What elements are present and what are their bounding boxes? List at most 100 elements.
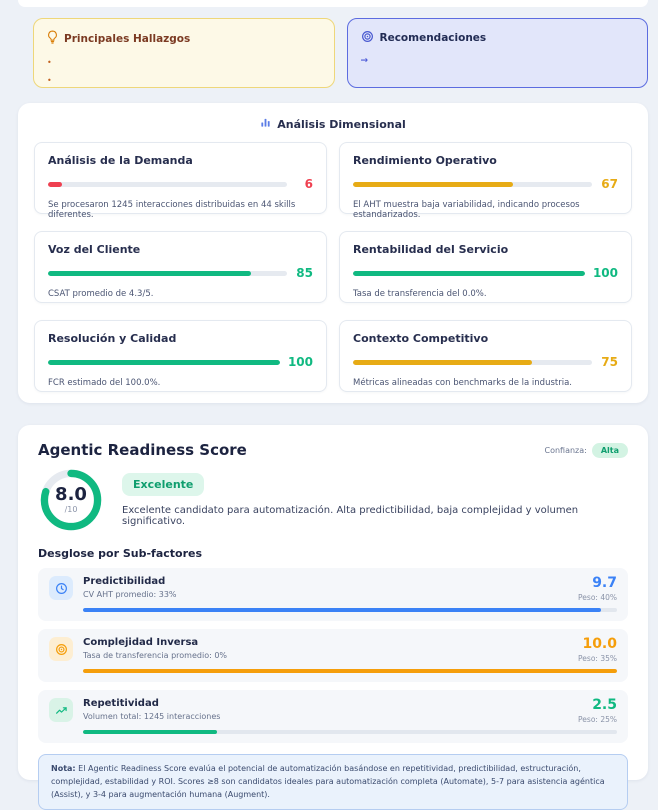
subfactor-top: Predictibilidad CV AHT promedio: 33% 9.7… xyxy=(49,576,617,602)
progress-track xyxy=(48,360,280,365)
progress-track xyxy=(83,730,617,734)
progress-track xyxy=(83,608,617,612)
subfactor-top: Repetitividad Volumen total: 1245 intera… xyxy=(49,698,617,724)
subfactor-weight: Peso: 40% xyxy=(578,593,617,602)
subfactor-text: Predictibilidad CV AHT promedio: 33% xyxy=(83,576,578,599)
note-label: Nota: xyxy=(51,764,76,773)
progress-track xyxy=(353,271,585,276)
list-item: • xyxy=(47,72,321,90)
dimension-score-row: 100 xyxy=(48,355,313,369)
dimension-card-rendimiento: Rendimiento Operativo 67 El AHT muestra … xyxy=(339,142,632,214)
bullet-dot: • xyxy=(47,72,52,90)
lightbulb-icon xyxy=(47,30,58,47)
progress-fill xyxy=(353,360,532,365)
dimension-title: Rentabilidad del Servicio xyxy=(353,243,618,256)
subfactor-value-wrap: 2.5 Peso: 25% xyxy=(578,698,617,724)
agentic-title: Agentic Readiness Score xyxy=(38,441,247,459)
subfactor-name: Repetitividad xyxy=(83,698,578,709)
subfactor-weight: Peso: 25% xyxy=(578,715,617,724)
trend-up-icon xyxy=(49,698,73,722)
confidence-wrap: Confianza: Alta xyxy=(544,443,628,458)
subfactor-text: Repetitividad Volumen total: 1245 intera… xyxy=(83,698,578,721)
dimension-description: Métricas alineadas con benchmarks de la … xyxy=(353,378,618,388)
progress-track xyxy=(353,360,592,365)
dimension-score-row: 6 xyxy=(48,177,313,191)
progress-fill xyxy=(83,730,217,734)
previous-panel-edge xyxy=(18,0,648,7)
subfactor-value: 10.0 xyxy=(578,637,617,651)
dimension-score: 85 xyxy=(295,266,313,280)
dimension-title: Contexto Competitivo xyxy=(353,332,618,345)
progress-track xyxy=(48,182,287,187)
dimension-card-resolucion: Resolución y Calidad 100 FCR estimado de… xyxy=(34,320,327,392)
summary-cards-row: Principales Hallazgos • • Recomendacione… xyxy=(33,18,648,88)
target-icon xyxy=(49,637,73,661)
note-box: Nota: El Agentic Readiness Score evalúa … xyxy=(38,754,628,810)
progress-fill xyxy=(48,271,251,276)
dimension-score: 100 xyxy=(288,355,313,369)
progress-fill xyxy=(48,182,62,187)
subfactor-value: 9.7 xyxy=(578,576,617,590)
findings-list: • • xyxy=(47,54,321,89)
findings-title: Principales Hallazgos xyxy=(64,33,190,45)
subfactor-detail: Volumen total: 1245 interacciones xyxy=(83,712,578,721)
target-icon xyxy=(361,30,374,46)
recommendations-title: Recomendaciones xyxy=(380,32,487,44)
progress-fill xyxy=(83,608,601,612)
dimension-card-voz-cliente: Voz del Cliente 85 CSAT promedio de 4.3/… xyxy=(34,231,327,303)
clock-icon xyxy=(49,576,73,600)
progress-fill xyxy=(83,669,617,673)
progress-fill xyxy=(353,271,585,276)
subfactor-row-predictibilidad: Predictibilidad CV AHT promedio: 33% 9.7… xyxy=(38,568,628,621)
dimension-score-row: 85 xyxy=(48,266,313,280)
dimension-description: Se procesaron 1245 interacciones distrib… xyxy=(48,200,313,220)
score-gauge-row: 8.0 /10 Excelente Excelente candidato pa… xyxy=(38,467,628,533)
dimensional-analysis-title: Análisis Dimensional xyxy=(277,118,406,131)
bullet-dot: • xyxy=(47,54,52,72)
list-item: • xyxy=(47,54,321,72)
subfactor-name: Complejidad Inversa xyxy=(83,637,578,648)
dimension-card-contexto: Contexto Competitivo 75 Métricas alinead… xyxy=(339,320,632,392)
dimension-score: 67 xyxy=(600,177,618,191)
dimension-description: CSAT promedio de 4.3/5. xyxy=(48,289,313,299)
progress-track xyxy=(83,669,617,673)
recommendation-arrow: → xyxy=(361,56,635,66)
subfactor-value-wrap: 9.7 Peso: 40% xyxy=(578,576,617,602)
dimension-score-row: 67 xyxy=(353,177,618,191)
subfactor-row-repetitividad: Repetitividad Volumen total: 1245 intera… xyxy=(38,690,628,743)
dimension-score: 75 xyxy=(600,355,618,369)
dimension-score: 100 xyxy=(593,266,618,280)
dimensional-cards-grid: Análisis de la Demanda 6 Se procesaron 1… xyxy=(34,142,632,392)
note-text: El Agentic Readiness Score evalúa el pot… xyxy=(51,764,605,799)
rating-badge: Excelente xyxy=(122,473,204,496)
progress-track xyxy=(353,182,592,187)
score-summary: Excelente Excelente candidato para autom… xyxy=(122,473,628,527)
subfactor-detail: Tasa de transferencia promedio: 0% xyxy=(83,651,578,660)
progress-fill xyxy=(353,182,513,187)
subfactor-value: 2.5 xyxy=(578,698,617,712)
subfactor-top: Complejidad Inversa Tasa de transferenci… xyxy=(49,637,617,663)
dimension-title: Resolución y Calidad xyxy=(48,332,313,345)
subfactor-weight: Peso: 35% xyxy=(578,654,617,663)
score-center: 8.0 /10 xyxy=(38,467,104,533)
recommendations-header: Recomendaciones xyxy=(361,30,635,46)
dimension-description: El AHT muestra baja variabilidad, indica… xyxy=(353,200,618,220)
dimensional-analysis-header: Análisis Dimensional xyxy=(34,115,632,133)
dimensional-analysis-panel: Análisis Dimensional Análisis de la Dema… xyxy=(18,103,648,403)
dimension-score: 6 xyxy=(295,177,313,191)
recommendations-card: Recomendaciones → xyxy=(347,18,649,88)
dimension-card-rentabilidad: Rentabilidad del Servicio 100 Tasa de tr… xyxy=(339,231,632,303)
progress-fill xyxy=(48,360,280,365)
dimension-score-row: 100 xyxy=(353,266,618,280)
confidence-badge: Alta xyxy=(592,443,628,458)
dimension-description: FCR estimado del 100.0%. xyxy=(48,378,313,388)
score-max: /10 xyxy=(65,506,78,514)
progress-track xyxy=(48,271,287,276)
subfactor-detail: CV AHT promedio: 33% xyxy=(83,590,578,599)
agentic-readiness-panel: Agentic Readiness Score Confianza: Alta … xyxy=(18,425,648,780)
score-value: 8.0 xyxy=(55,486,87,504)
dimension-description: Tasa de transferencia del 0.0%. xyxy=(353,289,618,299)
dimension-title: Voz del Cliente xyxy=(48,243,313,256)
subfactors-heading: Desglose por Sub-factores xyxy=(38,547,628,560)
agentic-header: Agentic Readiness Score Confianza: Alta xyxy=(38,441,628,459)
